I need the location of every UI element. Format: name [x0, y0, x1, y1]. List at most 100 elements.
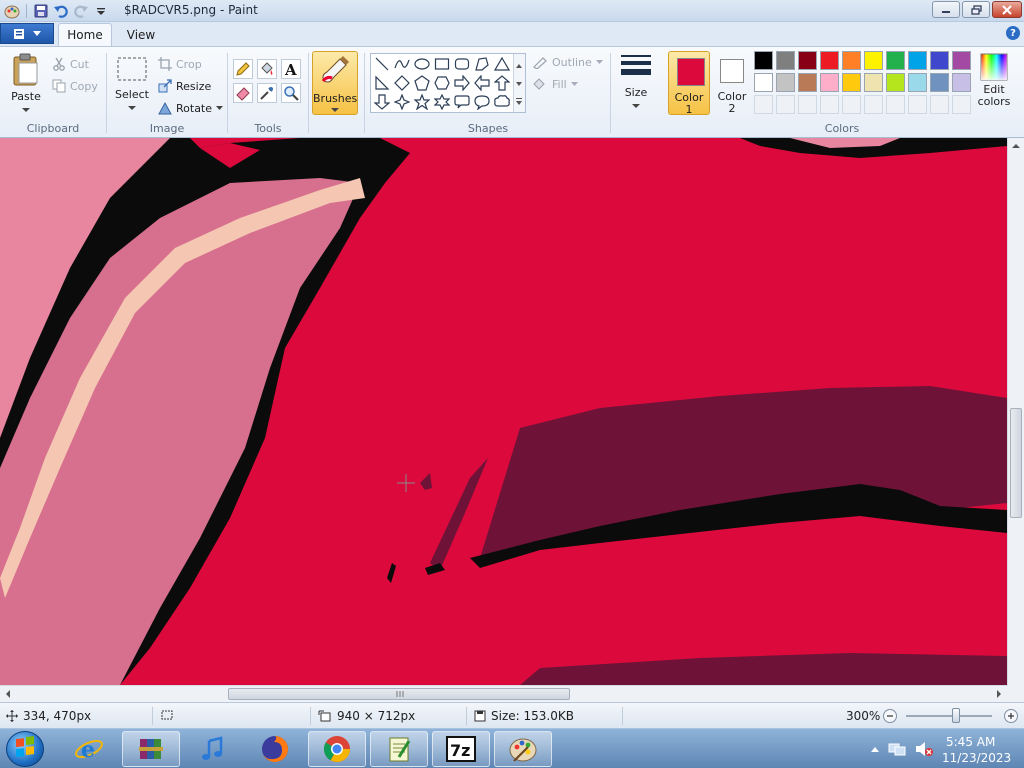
pencil-tool[interactable]	[233, 59, 253, 79]
palette-custom-slot[interactable]	[952, 95, 971, 114]
file-size-text: Size: 153.0KB	[491, 709, 574, 723]
palette-color-swatch[interactable]	[930, 73, 949, 92]
zoom-slider-track[interactable]	[906, 715, 992, 717]
redo-icon[interactable]	[73, 3, 89, 19]
up-arrow-shape-icon[interactable]	[493, 74, 511, 92]
group-separator	[106, 53, 107, 133]
customize-qat-icon[interactable]	[93, 3, 109, 19]
five-point-star-shape-icon[interactable]	[413, 93, 431, 111]
undo-icon[interactable]	[53, 3, 69, 19]
horizontal-scroll-thumb[interactable]	[228, 688, 570, 700]
help-icon[interactable]: ?	[1006, 26, 1020, 40]
color1-button[interactable]: Color 1	[668, 51, 710, 116]
right-triangle-shape-icon[interactable]	[373, 74, 391, 92]
paint-app-icon[interactable]	[4, 3, 20, 19]
cut-button[interactable]: Cut	[52, 55, 89, 73]
taskbar-notepad[interactable]	[370, 731, 428, 767]
left-arrow-shape-icon[interactable]	[473, 74, 491, 92]
status-separator	[310, 707, 311, 725]
seven-zip-icon: 7z	[446, 736, 476, 762]
hexagon-shape-icon[interactable]	[433, 74, 451, 92]
taskbar-firefox[interactable]	[246, 731, 304, 767]
taskbar-chrome[interactable]	[308, 731, 366, 767]
save-icon[interactable]	[33, 3, 49, 19]
fill-tool[interactable]	[257, 59, 277, 79]
rounded-rectangle-shape-icon[interactable]	[453, 55, 471, 73]
copy-button[interactable]: Copy	[52, 77, 98, 95]
group-separator	[227, 53, 228, 133]
zoom-in-button[interactable]	[1004, 709, 1018, 723]
svg-text:e: e	[81, 737, 95, 763]
chevron-down-icon	[22, 108, 30, 112]
minimize-button[interactable]	[932, 1, 960, 18]
scrollbar-corner	[1007, 685, 1024, 702]
rotate-button[interactable]: Rotate	[158, 99, 224, 117]
oval-shape-icon[interactable]	[413, 55, 431, 73]
resize-button[interactable]: Resize	[158, 77, 211, 95]
clock-time[interactable]: 5:45 AM	[946, 735, 995, 749]
size-button[interactable]: Size	[616, 53, 656, 112]
pentagon-shape-icon[interactable]	[413, 74, 431, 92]
rounded-callout-shape-icon[interactable]	[453, 93, 471, 111]
curve-shape-icon[interactable]	[393, 55, 411, 73]
fill-button[interactable]: Fill	[532, 75, 578, 93]
cursor-position: 334, 470px	[6, 709, 91, 723]
vertical-scrollbar[interactable]	[1007, 138, 1024, 685]
resize-icon	[158, 79, 172, 93]
six-point-star-shape-icon[interactable]	[433, 93, 451, 111]
crop-icon	[158, 57, 172, 71]
down-arrow-shape-icon[interactable]	[373, 93, 391, 111]
brushes-button[interactable]: Brushes	[312, 51, 358, 115]
shapes-gallery[interactable]	[370, 53, 526, 113]
taskbar-itunes[interactable]	[184, 731, 242, 767]
select-label: Select	[115, 88, 149, 101]
taskbar-paint[interactable]	[494, 731, 552, 767]
text-tool[interactable]: A	[281, 59, 301, 79]
oval-callout-shape-icon[interactable]	[473, 93, 491, 111]
outline-button[interactable]: Outline	[532, 53, 603, 71]
notepad-icon	[389, 737, 411, 762]
taskbar-internet-explorer[interactable]: e	[60, 731, 118, 767]
line-shape-icon[interactable]	[373, 55, 391, 73]
paste-button[interactable]: Paste	[6, 53, 46, 116]
zoom-out-button[interactable]	[883, 709, 897, 723]
polygon-shape-icon[interactable]	[473, 55, 491, 73]
four-point-star-shape-icon[interactable]	[393, 93, 411, 111]
clock-date[interactable]: 11/23/2023	[942, 751, 1011, 765]
cloud-callout-shape-icon[interactable]	[493, 93, 511, 111]
palette-color-swatch[interactable]	[930, 51, 949, 70]
scroll-right-icon	[997, 690, 1001, 698]
taskbar-winrar[interactable]	[122, 731, 180, 767]
paint-menu-button[interactable]	[0, 23, 54, 44]
color-picker-tool[interactable]	[257, 83, 277, 103]
drawing-canvas[interactable]	[0, 138, 1007, 685]
copy-label: Copy	[70, 79, 98, 93]
magnifier-tool[interactable]	[281, 83, 301, 103]
colors-group-label: Colors	[824, 122, 860, 135]
canvas-image[interactable]	[0, 138, 1007, 685]
taskbar-7zip[interactable]: 7z	[432, 731, 490, 767]
vertical-scroll-thumb[interactable]	[1010, 408, 1022, 518]
tab-home[interactable]: Home	[58, 23, 112, 46]
palette-color-swatch[interactable]	[952, 73, 971, 92]
tab-view[interactable]: View	[116, 23, 166, 46]
palette-custom-slot[interactable]	[930, 95, 949, 114]
restore-button[interactable]	[962, 1, 990, 18]
shapes-gallery-scrollbar[interactable]	[513, 54, 525, 112]
palette-color-swatch[interactable]	[952, 51, 971, 70]
fill-label: Fill	[552, 77, 567, 91]
eraser-tool[interactable]	[233, 83, 253, 103]
start-button[interactable]	[6, 731, 44, 767]
right-arrow-shape-icon[interactable]	[453, 74, 471, 92]
select-button[interactable]: Select	[112, 55, 152, 114]
grip-icon	[396, 691, 404, 697]
edit-colors-button[interactable]: Edit colors	[976, 53, 1012, 119]
rectangle-shape-icon[interactable]	[433, 55, 451, 73]
crop-button[interactable]: Crop	[158, 55, 202, 73]
diamond-shape-icon[interactable]	[393, 74, 411, 92]
horizontal-scrollbar[interactable]	[0, 685, 1007, 702]
triangle-shape-icon[interactable]	[493, 55, 511, 73]
close-button[interactable]	[992, 1, 1022, 18]
color2-button[interactable]: Color 2	[712, 51, 752, 115]
zoom-slider-thumb[interactable]	[952, 708, 960, 723]
